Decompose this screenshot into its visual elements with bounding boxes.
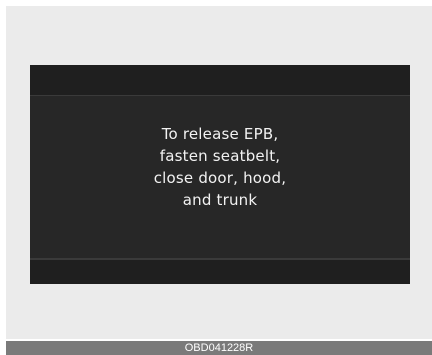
display-top-bar	[30, 65, 410, 96]
figure-code-caption: OBD041228R	[6, 341, 432, 355]
message-line-1: To release EPB,	[161, 125, 279, 143]
message-line-4: and trunk	[182, 191, 258, 209]
message-line-3: close door, hood,	[153, 169, 287, 187]
cluster-display: To release EPB, fasten seatbelt, close d…	[30, 65, 410, 284]
message-line-2: fasten seatbelt,	[159, 147, 281, 165]
figure-background: To release EPB, fasten seatbelt, close d…	[6, 6, 432, 339]
display-bottom-bar	[30, 258, 410, 284]
epb-warning-message: To release EPB, fasten seatbelt, close d…	[30, 123, 410, 211]
